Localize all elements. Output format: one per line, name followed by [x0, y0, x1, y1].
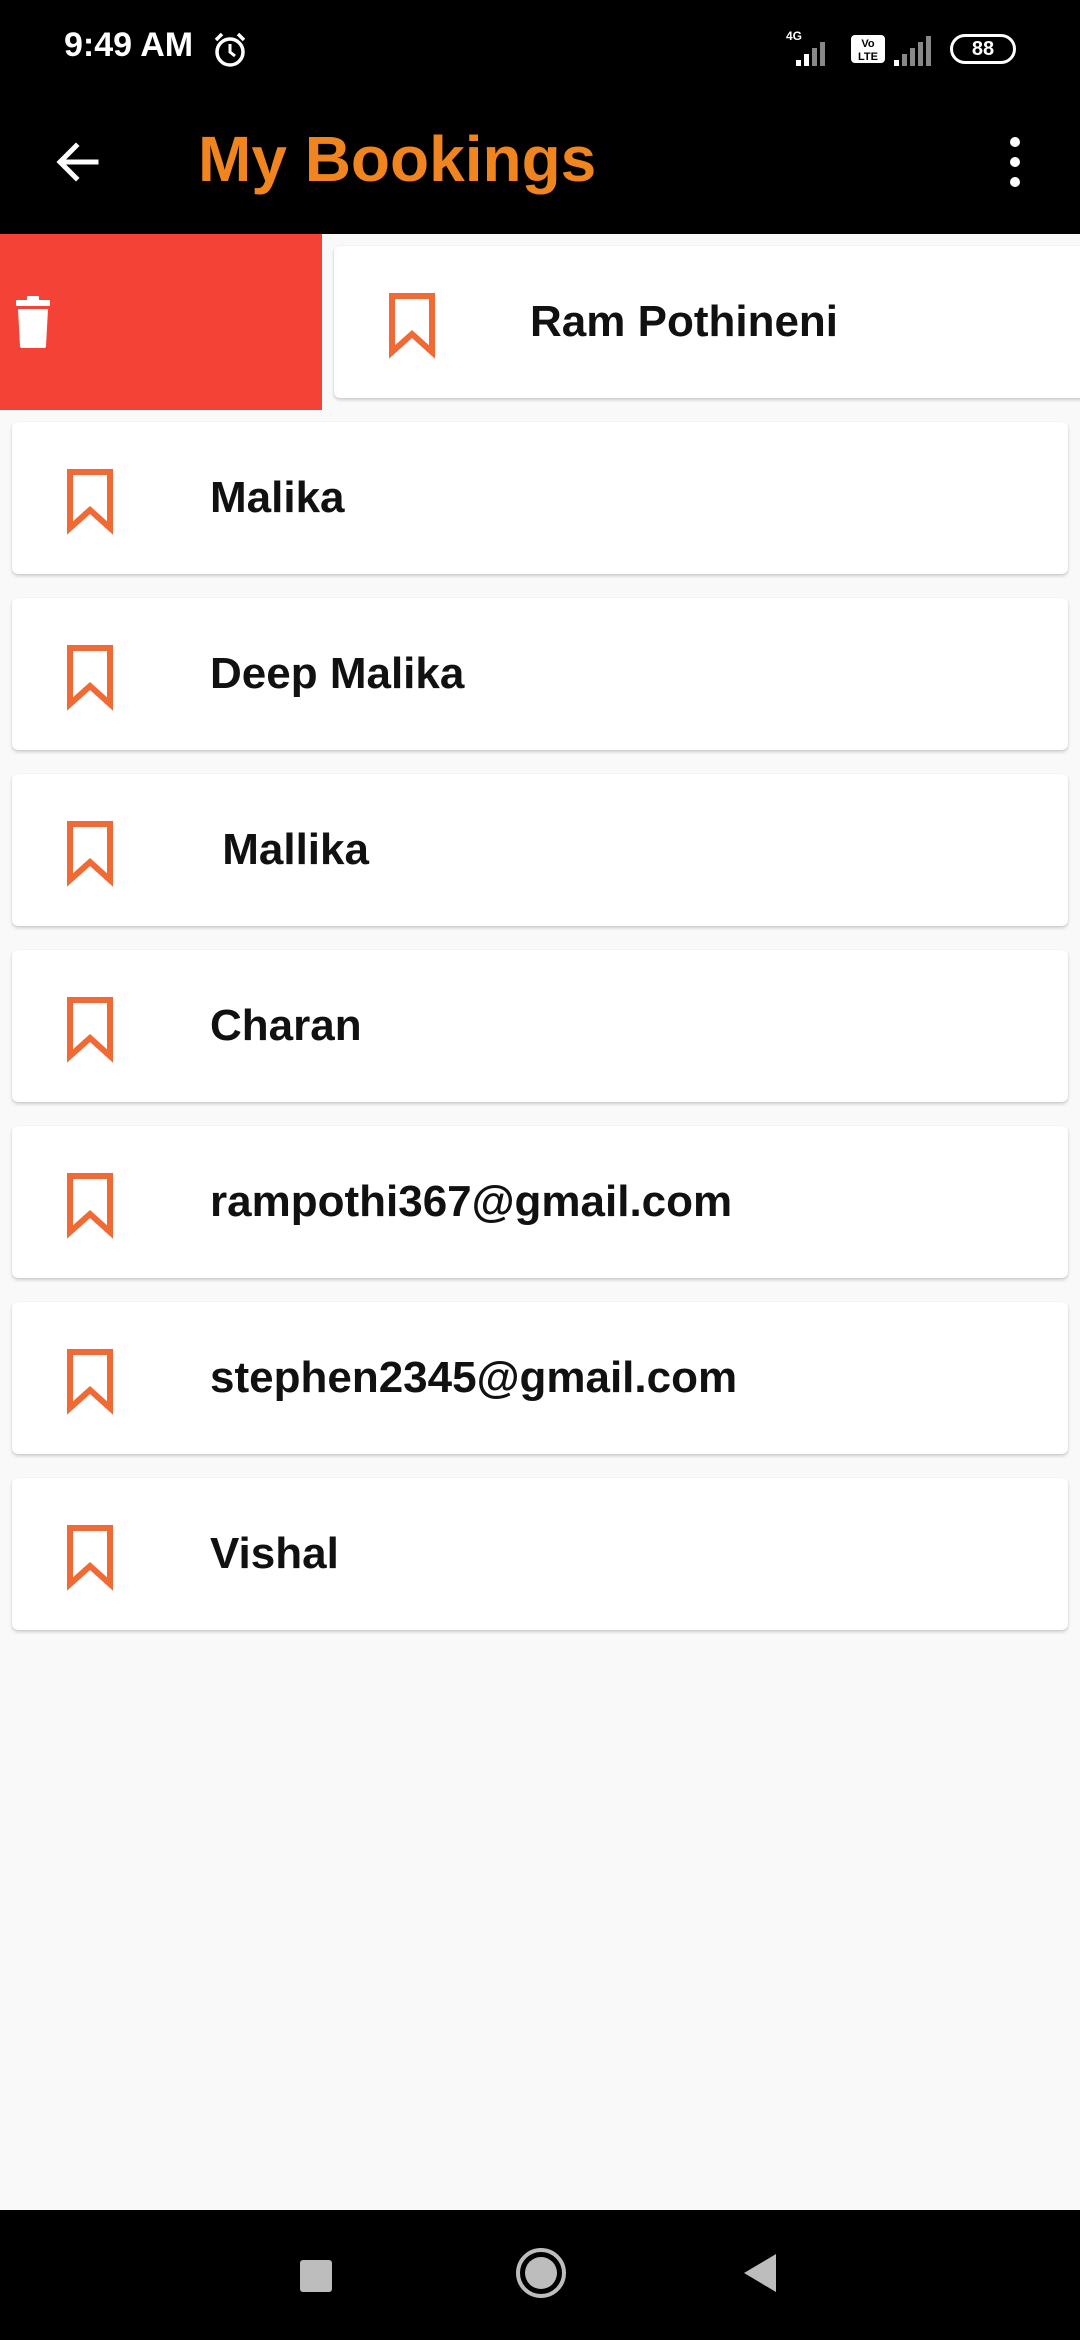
volte-icon: Vo LTE [851, 35, 885, 63]
network-type-label: 4G [786, 29, 802, 43]
booking-item[interactable]: Charan [12, 950, 1068, 1102]
booking-name: stephen2345@gmail.com [210, 1353, 738, 1402]
booking-item[interactable]: Deep Malika [12, 598, 1068, 750]
back-triangle-icon[interactable] [740, 2250, 780, 2296]
booking-item[interactable]: Mallika [12, 774, 1068, 926]
swipe-delete-action[interactable] [0, 234, 322, 410]
booking-name: Malika [210, 473, 345, 522]
page-title: My Bookings [198, 123, 597, 195]
bookmark-icon [67, 1173, 113, 1239]
more-vert-icon[interactable] [1000, 132, 1030, 192]
bookmark-icon [67, 469, 113, 535]
booking-name: Ram Pothineni [530, 297, 839, 346]
arrow-left-icon[interactable] [48, 132, 108, 192]
booking-item-swiped[interactable]: Ram Pothineni [334, 246, 1080, 398]
svg-text:Vo: Vo [861, 38, 875, 50]
booking-name: rampothi367@gmail.com [210, 1177, 733, 1226]
booking-name: Vishal [210, 1529, 339, 1578]
bookmark-icon [67, 645, 113, 711]
booking-item[interactable]: stephen2345@gmail.com [12, 1302, 1068, 1454]
battery-indicator: 88 [950, 34, 1016, 64]
booking-name: Charan [210, 1001, 362, 1050]
bookmark-icon [389, 293, 435, 359]
bookmark-icon [67, 1525, 113, 1591]
bookmark-icon [67, 1349, 113, 1415]
recents-square-icon[interactable] [300, 2260, 332, 2292]
booking-name: Deep Malika [210, 649, 465, 698]
booking-item[interactable]: Malika [12, 422, 1068, 574]
bookmark-icon [67, 821, 113, 887]
system-nav-bar [0, 2210, 1080, 2340]
booking-item[interactable]: rampothi367@gmail.com [12, 1126, 1068, 1278]
status-bar: 9:49 AM 4G Vo LTE 88 [0, 0, 1080, 100]
home-circle-icon[interactable] [514, 2246, 568, 2300]
trash-icon[interactable] [14, 296, 52, 348]
booking-name: Mallika [210, 825, 369, 874]
svg-text:LTE: LTE [858, 51, 878, 63]
status-time: 9:49 AM [64, 26, 194, 64]
bookmark-icon [67, 997, 113, 1063]
alarm-icon [214, 32, 246, 67]
booking-item[interactable]: Vishal [12, 1478, 1068, 1630]
signal-4g-icon: 4G [786, 29, 825, 66]
signal-icon [894, 36, 931, 66]
app-bar: My Bookings [0, 100, 1080, 234]
